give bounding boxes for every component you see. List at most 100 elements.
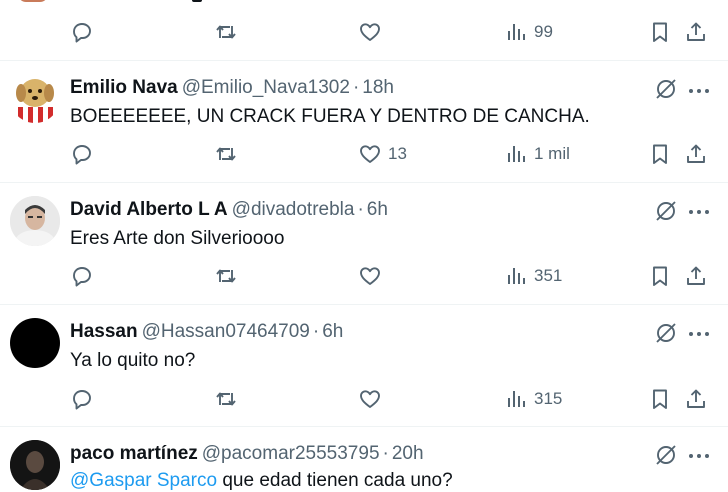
post-header: Emilio Nava @Emilio_Nava1302 · 18h: [70, 77, 394, 99]
more-button[interactable]: [686, 324, 712, 344]
user-handle[interactable]: @Emilio_Nava1302: [182, 77, 350, 98]
repost-icon: [216, 392, 236, 406]
grok-icon: [656, 201, 676, 221]
bookmark-button[interactable]: [648, 385, 672, 413]
bookmark-button[interactable]: [648, 18, 672, 46]
views-button[interactable]: 99: [504, 18, 553, 46]
views-button[interactable]: 315: [504, 385, 562, 413]
views-count: 351: [534, 266, 563, 285]
post-text: Ya lo quito no?: [70, 350, 196, 371]
like-button[interactable]: [358, 385, 382, 413]
views-icon: [508, 24, 525, 40]
like-button[interactable]: [358, 262, 382, 290]
views-button[interactable]: 1 mil: [504, 140, 570, 168]
display-name[interactable]: paco martínez: [70, 443, 198, 464]
bookmark-icon: [653, 389, 667, 409]
heart-icon: [360, 145, 380, 163]
share-button[interactable]: [684, 140, 708, 168]
repost-icon: [216, 25, 236, 39]
share-icon: [687, 144, 705, 163]
reply-icon: [73, 23, 91, 43]
display-name[interactable]: Hassan: [70, 321, 138, 342]
reply-post[interactable]: paco martínez @pacomar25553795 · 20h @Gaspa…: [0, 427, 728, 491]
separator-dot: ·: [382, 443, 389, 464]
more-icon: [689, 332, 709, 336]
repost-icon: [216, 147, 236, 161]
reply-icon: [73, 267, 91, 287]
post-text: Eres Arte don Silverioooo: [70, 228, 285, 249]
person-avatar-image: [10, 196, 60, 246]
post-time[interactable]: 6h: [322, 321, 343, 342]
grok-icon: [656, 445, 676, 465]
views-count: 99: [534, 22, 553, 41]
heart-icon: [360, 267, 380, 285]
more-button[interactable]: [686, 81, 712, 101]
like-button[interactable]: 13: [358, 140, 407, 168]
avatar[interactable]: [10, 73, 60, 123]
grok-button[interactable]: [654, 443, 678, 467]
display-name[interactable]: David Alberto L A: [70, 199, 228, 220]
bookmark-icon: [653, 144, 667, 164]
grok-button[interactable]: [654, 77, 678, 101]
heart-icon: [360, 390, 380, 408]
repost-button[interactable]: [214, 385, 238, 413]
like-button[interactable]: [358, 18, 382, 46]
views-icon: [508, 268, 525, 284]
reply-button[interactable]: [70, 262, 94, 290]
separator-dot: ·: [357, 199, 364, 220]
bookmark-icon: [653, 266, 667, 286]
repost-button[interactable]: [214, 262, 238, 290]
post-header: paco martínez @pacomar25553795 · 20h: [70, 443, 424, 465]
user-handle[interactable]: @pacomar25553795: [202, 443, 380, 464]
bookmark-button[interactable]: [648, 140, 672, 168]
separator-dot: ·: [312, 321, 320, 342]
share-icon: [687, 266, 705, 285]
previous-post-avatar-fragment: [18, 0, 48, 2]
views-icon: [508, 391, 525, 407]
grok-icon: [656, 79, 676, 99]
user-handle[interactable]: @Hassan07464709: [142, 321, 310, 342]
avatar[interactable]: [10, 196, 60, 246]
repost-button[interactable]: [214, 140, 238, 168]
heart-icon: [360, 23, 380, 41]
share-button[interactable]: [684, 18, 708, 46]
person-avatar-image: [10, 440, 60, 490]
share-icon: [687, 22, 705, 41]
post-header: David Alberto L A @divadotrebla · 6h: [70, 199, 388, 221]
more-button[interactable]: [686, 446, 712, 466]
share-button[interactable]: [684, 262, 708, 290]
repost-icon: [216, 269, 236, 283]
views-count: 315: [534, 389, 563, 408]
views-button[interactable]: 351: [504, 262, 562, 290]
like-count: 13: [388, 144, 407, 163]
reply-post[interactable]: David Alberto L A @divadotrebla · 6h Eres A…: [0, 183, 728, 304]
post-time[interactable]: 20h: [392, 443, 424, 464]
more-icon: [689, 89, 709, 93]
more-button[interactable]: [686, 202, 712, 222]
more-icon: [689, 210, 709, 214]
grok-icon: [656, 323, 676, 343]
reply-post[interactable]: Emilio Nava @Emilio_Nava1302 · 18h BOEEEEEE…: [0, 61, 728, 182]
avatar[interactable]: [10, 440, 60, 490]
previous-post-text-fragment: [192, 0, 202, 2]
bookmark-icon: [653, 22, 667, 42]
post-time[interactable]: 18h: [362, 77, 394, 98]
separator-dot: ·: [352, 77, 360, 98]
post-text: @Gaspar Sparco que edad tienen cada uno?: [70, 470, 453, 492]
bookmark-button[interactable]: [648, 262, 672, 290]
display-name[interactable]: Emilio Nava: [70, 77, 178, 98]
reply-post[interactable]: Hassan @Hassan07464709 · 6h Ya lo quito no?…: [0, 305, 728, 426]
user-handle[interactable]: @divadotrebla: [232, 199, 355, 220]
more-icon: [689, 454, 709, 458]
grok-button[interactable]: [654, 321, 678, 345]
repost-button[interactable]: [214, 18, 238, 46]
reply-button[interactable]: [70, 18, 94, 46]
views-icon: [508, 146, 525, 162]
post-time[interactable]: 6h: [367, 199, 388, 220]
grok-button[interactable]: [654, 199, 678, 223]
reply-button[interactable]: [70, 385, 94, 413]
reply-button[interactable]: [70, 140, 94, 168]
share-button[interactable]: [684, 385, 708, 413]
avatar[interactable]: [10, 318, 60, 368]
share-icon: [687, 389, 705, 408]
